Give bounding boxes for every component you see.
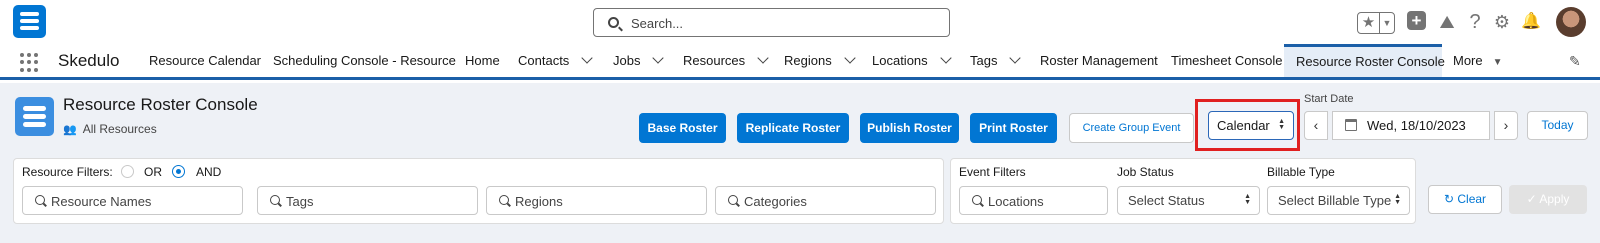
nav-item-more[interactable]: More ▼ xyxy=(1453,44,1503,77)
nav-item-resource-roster-console[interactable]: Resource Roster Console xyxy=(1284,44,1445,77)
check-icon: ✓ xyxy=(1526,192,1537,206)
or-label: OR xyxy=(144,165,162,179)
view-select-value: Calendar xyxy=(1217,118,1270,133)
page-subtitle: 👥 All Resources xyxy=(63,122,157,136)
base-roster-button[interactable]: Base Roster xyxy=(639,113,726,143)
add-icon[interactable]: + xyxy=(1407,11,1429,33)
gear-icon[interactable]: ⚙ xyxy=(1491,11,1513,33)
billable-type-label: Billable Type xyxy=(1267,165,1335,179)
event-filters-label: Event Filters xyxy=(959,165,1026,179)
create-group-event-button[interactable]: Create Group Event xyxy=(1069,113,1194,143)
people-icon: 👥 xyxy=(63,124,77,136)
nav-item-resources[interactable]: Resources xyxy=(683,44,769,77)
job-status-select[interactable]: Select Status ▲ ▼ xyxy=(1117,186,1260,215)
app-nav-bar: Skedulo Resource Calendar Scheduling Con… xyxy=(0,44,1600,80)
trailhead-icon[interactable]: ⛰ xyxy=(1436,11,1458,33)
edit-nav-pencil-icon[interactable]: ✎ xyxy=(1569,53,1581,70)
categories-placeholder: Categories xyxy=(744,194,807,209)
start-date-picker[interactable]: Wed, 18/10/2023 xyxy=(1332,111,1490,140)
chevron-down-icon[interactable] xyxy=(939,52,952,64)
chevron-down-icon[interactable] xyxy=(652,52,665,64)
and-radio[interactable] xyxy=(172,165,185,178)
replicate-roster-button[interactable]: Replicate Roster xyxy=(737,113,849,143)
regions-placeholder: Regions xyxy=(515,194,563,209)
chevron-down-icon[interactable] xyxy=(581,52,593,64)
billable-type-select[interactable]: Select Billable Type ▲ ▼ xyxy=(1267,186,1410,215)
page-title: Resource Roster Console xyxy=(63,95,258,114)
avatar[interactable] xyxy=(1556,7,1586,37)
resource-names-input[interactable]: Resource Names xyxy=(22,186,243,215)
nav-item-tags[interactable]: Tags xyxy=(970,44,1022,77)
locations-input[interactable]: Locations xyxy=(959,186,1108,215)
select-arrows-icon: ▲ ▼ xyxy=(1278,118,1285,131)
app-launcher-icon[interactable] xyxy=(20,53,39,72)
nav-item-roster-management[interactable]: Roster Management xyxy=(1040,44,1158,77)
resource-filters-label: Resource Filters: xyxy=(22,165,113,179)
and-label: AND xyxy=(196,165,222,179)
search-icon xyxy=(608,17,619,28)
global-search-input[interactable]: Search... xyxy=(593,8,950,37)
locations-placeholder: Locations xyxy=(988,194,1044,209)
clear-filters-button[interactable]: ↻ Clear xyxy=(1428,185,1502,214)
tags-placeholder: Tags xyxy=(286,194,314,209)
or-radio[interactable] xyxy=(121,165,134,178)
search-icon xyxy=(972,195,982,205)
previous-date-button[interactable]: ‹ xyxy=(1304,111,1328,140)
apply-filters-button[interactable]: ✓ Apply xyxy=(1509,185,1587,214)
search-placeholder: Search... xyxy=(631,16,684,31)
app-name: Skedulo xyxy=(58,51,120,70)
nav-item-resource-calendar[interactable]: Resource Calendar xyxy=(149,44,261,77)
nav-item-home[interactable]: Home xyxy=(465,44,500,77)
regions-input[interactable]: Regions xyxy=(486,186,707,215)
next-date-button[interactable]: › xyxy=(1494,111,1518,140)
nav-item-contacts[interactable]: Contacts xyxy=(518,44,593,77)
select-arrows-icon: ▲ ▼ xyxy=(1394,193,1401,206)
start-date-label: Start Date xyxy=(1304,93,1354,105)
start-date-value: Wed, 18/10/2023 xyxy=(1367,118,1466,133)
page-header: Resource Roster Console 👥 All Resources B… xyxy=(0,83,1600,153)
nav-item-locations[interactable]: Locations xyxy=(872,44,952,77)
refresh-icon: ↻ xyxy=(1443,192,1455,206)
chevron-down-icon[interactable] xyxy=(757,52,769,64)
chevron-down-icon[interactable] xyxy=(844,52,856,64)
chevron-down-icon[interactable]: ▼ xyxy=(1380,13,1394,33)
favorites-button[interactable]: ★ ▼ xyxy=(1357,12,1395,34)
chevron-down-icon[interactable] xyxy=(1009,52,1022,64)
app-logo-icon[interactable] xyxy=(13,5,46,38)
subtitle-text: All Resources xyxy=(82,122,157,136)
nav-item-scheduling-console[interactable]: Scheduling Console - Resource xyxy=(273,44,456,77)
search-icon xyxy=(728,195,738,205)
view-select[interactable]: Calendar ▲ ▼ xyxy=(1208,111,1294,140)
roster-console-icon xyxy=(15,97,54,136)
search-icon xyxy=(499,195,509,205)
calendar-icon xyxy=(1345,119,1357,131)
job-status-value: Select Status xyxy=(1128,193,1205,208)
help-icon[interactable]: ? xyxy=(1464,11,1486,33)
caret-down-icon[interactable]: ▼ xyxy=(1493,57,1503,68)
apply-label: Apply xyxy=(1539,192,1570,206)
job-status-label: Job Status xyxy=(1117,165,1174,179)
star-icon[interactable]: ★ xyxy=(1358,13,1380,33)
nav-item-jobs[interactable]: Jobs xyxy=(613,44,665,77)
billable-type-value: Select Billable Type xyxy=(1278,193,1392,208)
notifications-bell-icon[interactable]: 🔔 xyxy=(1520,11,1542,33)
select-arrows-icon: ▲ ▼ xyxy=(1244,193,1251,206)
print-roster-button[interactable]: Print Roster xyxy=(970,113,1057,143)
publish-roster-button[interactable]: Publish Roster xyxy=(860,113,959,143)
nav-item-timesheet-console[interactable]: Timesheet Console xyxy=(1171,44,1283,77)
search-icon xyxy=(35,195,45,205)
today-button[interactable]: Today xyxy=(1527,111,1588,140)
global-header: Search... ★ ▼ + ⛰ ? ⚙ 🔔 xyxy=(0,0,1600,44)
categories-input[interactable]: Categories xyxy=(715,186,936,215)
nav-item-regions[interactable]: Regions xyxy=(784,44,856,77)
search-icon xyxy=(270,195,280,205)
tags-input[interactable]: Tags xyxy=(257,186,478,215)
page-body: Resource Roster Console 👥 All Resources B… xyxy=(0,83,1600,243)
clear-label: Clear xyxy=(1457,192,1487,206)
resource-names-placeholder: Resource Names xyxy=(51,194,152,209)
